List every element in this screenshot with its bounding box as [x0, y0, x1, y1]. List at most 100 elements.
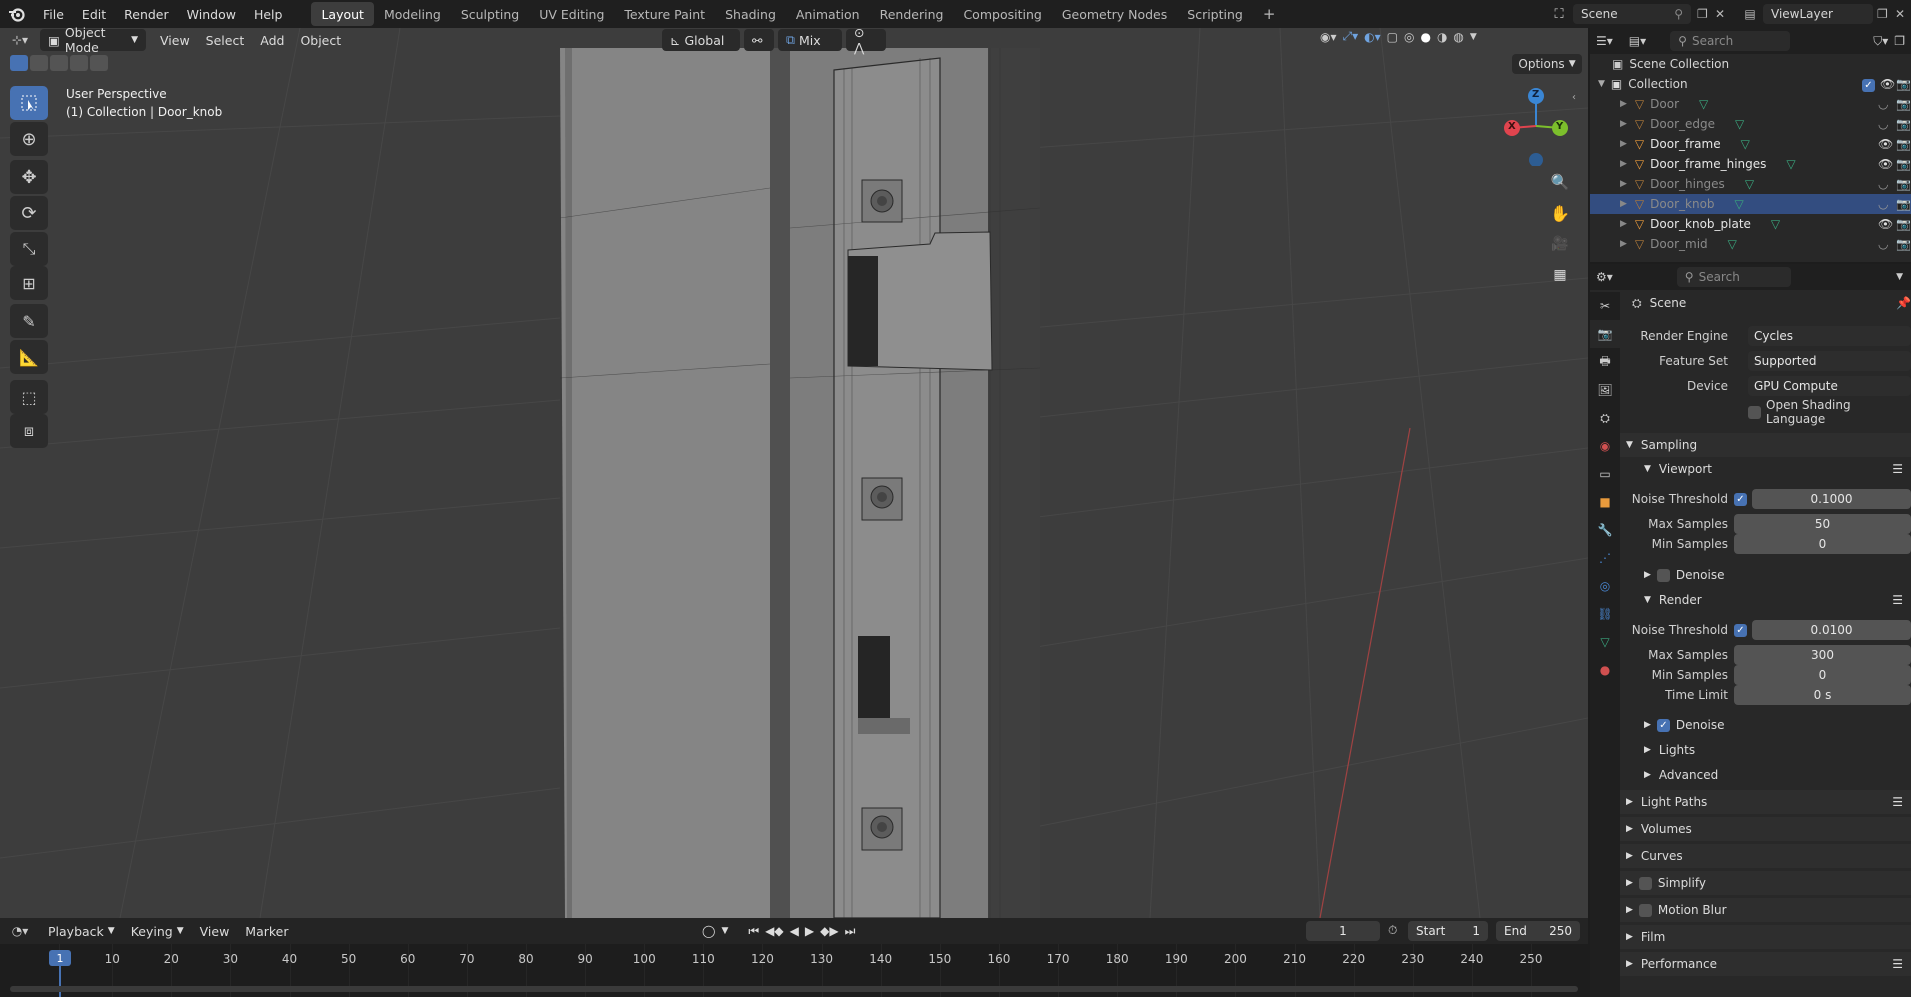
tab-compositing[interactable]: Compositing	[953, 2, 1051, 26]
sidebar-toggle-chevron-icon[interactable]: ‹	[1572, 92, 1576, 103]
extra-tool[interactable]: ⧈	[10, 414, 48, 448]
tab-geometry-nodes[interactable]: Geometry Nodes	[1052, 2, 1177, 26]
transform-tool[interactable]: ⊞	[10, 266, 48, 300]
menu-add[interactable]: Add	[252, 29, 292, 51]
keyframe-chevron-icon[interactable]: ▼	[721, 926, 728, 936]
start-frame-field[interactable]: Start 1	[1408, 921, 1488, 941]
playhead[interactable]: 1	[49, 950, 71, 966]
rotate-tool[interactable]: ⟳	[10, 196, 48, 230]
tab-animation[interactable]: Animation	[786, 2, 870, 26]
display-mode-icon[interactable]: ▤▾	[1629, 34, 1646, 48]
menu-object[interactable]: Object	[292, 29, 349, 51]
render-tab-icon[interactable]: 📷	[1590, 320, 1620, 348]
outliner-item-door-knob[interactable]: ▶ ▽ Door_knob ▽ ◡ 📷	[1590, 194, 1911, 214]
menu-file[interactable]: File	[34, 0, 73, 28]
outliner-item-door-hinges[interactable]: ▶ ▽ Door_hinges ▽ ◡ 📷	[1590, 174, 1911, 194]
proportional-edit-toggle[interactable]: ⊙ ⋀	[846, 25, 886, 55]
new-collection-icon[interactable]: ❐	[1894, 34, 1905, 48]
tab-texture-paint[interactable]: Texture Paint	[614, 2, 715, 26]
curves-panel-header[interactable]: ▶ Curves	[1620, 844, 1911, 868]
snap-dropdown[interactable]: ⧉ Mix	[778, 29, 842, 51]
scene-selector[interactable]: Scene ⚲	[1573, 4, 1691, 24]
tab-rendering[interactable]: Rendering	[870, 2, 954, 26]
stopwatch-icon[interactable]: ⏱	[1388, 923, 1397, 938]
options-button[interactable]: Options ▼	[1512, 54, 1582, 74]
timeline[interactable]: 10 20 30 40 50 60 70 80 90 100 110 120 130 140 150 160 1…	[0, 944, 1588, 997]
viewport-subpanel-header[interactable]: ▼ Viewport ☰	[1620, 458, 1911, 480]
pin-icon[interactable]: ⚲	[1674, 7, 1683, 21]
expand-chevron-icon[interactable]: ▶	[1620, 99, 1627, 109]
menu-render[interactable]: Render	[115, 0, 178, 28]
shading-options-chevron-icon[interactable]: ▼	[1470, 32, 1477, 42]
properties-editor-icon[interactable]: ⚙▾	[1596, 270, 1613, 284]
camera-icon[interactable]: 📷	[1896, 197, 1911, 211]
camera-icon[interactable]: 📷	[1896, 97, 1911, 111]
rendered-shading-icon[interactable]: ◍	[1453, 30, 1463, 44]
prev-keyframe-icon[interactable]: ◀◆	[765, 924, 783, 938]
modifier-tab-icon[interactable]: 🔧	[1590, 516, 1620, 544]
eye-icon[interactable]: 👁	[1878, 137, 1893, 151]
hidden-eye-icon[interactable]: ◡	[1878, 117, 1888, 131]
gizmo-toggle-icon[interactable]: ⤢▾	[1343, 29, 1359, 44]
hidden-eye-icon[interactable]: ◡	[1878, 197, 1888, 211]
expand-chevron-icon[interactable]: ▶	[1620, 119, 1627, 129]
transform-orientation-dropdown[interactable]: ⊾ Global	[662, 29, 740, 51]
render-noise-threshold-field[interactable]: 0.0100	[1752, 620, 1911, 640]
lights-subpanel-header[interactable]: ▶ Lights	[1620, 739, 1911, 761]
menu-select[interactable]: Select	[198, 29, 253, 51]
object-tab-icon[interactable]: ■	[1590, 488, 1620, 516]
outliner-item-door-edge[interactable]: ▶ ▽ Door_edge ▽ ◡ 📷	[1590, 114, 1911, 134]
render-min-samples-field[interactable]: 0	[1734, 665, 1911, 685]
denoise-checkbox[interactable]	[1656, 568, 1670, 582]
world-tab-icon[interactable]: ◉	[1590, 432, 1620, 460]
filter-icon[interactable]: ⛉▾	[1873, 34, 1888, 49]
timeline-editor-icon[interactable]: ◔▾	[0, 924, 40, 938]
camera-icon[interactable]: 📷	[1896, 217, 1911, 231]
expand-chevron-icon[interactable]: ▶	[1620, 239, 1627, 249]
select-intersect-icon[interactable]	[90, 55, 108, 71]
render-max-samples-field[interactable]: 300	[1734, 645, 1911, 665]
scene-collection-row[interactable]: ▣ Scene Collection	[1590, 54, 1911, 74]
record-icon[interactable]: ◯	[702, 924, 715, 938]
simplify-panel-header[interactable]: ▶ Simplify	[1620, 871, 1911, 895]
render-time-limit-field[interactable]: 0 s	[1734, 685, 1911, 705]
new-scene-icon[interactable]: ❐	[1697, 7, 1715, 21]
scale-tool[interactable]: ⤡	[10, 232, 48, 266]
camera-icon[interactable]: 📷	[1896, 237, 1911, 251]
eye-icon[interactable]: 👁	[1880, 77, 1895, 91]
select-invert-icon[interactable]	[70, 55, 88, 71]
light-paths-panel-header[interactable]: ▶ Light Paths ☰	[1620, 790, 1911, 814]
play-icon[interactable]: ▶	[805, 924, 814, 938]
scene-tab-icon[interactable]: ⛭	[1590, 404, 1620, 432]
menu-playback[interactable]: Playback ▼	[40, 920, 123, 942]
advanced-subpanel-header[interactable]: ▶ Advanced	[1620, 764, 1911, 786]
hidden-eye-icon[interactable]: ◡	[1878, 177, 1888, 191]
list-icon[interactable]: ☰	[1892, 462, 1903, 476]
volumes-panel-header[interactable]: ▶ Volumes	[1620, 817, 1911, 841]
expand-chevron-icon[interactable]: ▶	[1620, 139, 1627, 149]
next-keyframe-icon[interactable]: ◆▶	[820, 924, 838, 938]
select-box-tool[interactable]	[10, 86, 48, 120]
solid-shading-icon[interactable]: ●	[1420, 30, 1430, 44]
move-tool[interactable]: ✥	[10, 160, 48, 194]
noise-threshold-checkbox[interactable]: ✓	[1734, 623, 1747, 637]
zoom-icon[interactable]: 🔍	[1546, 168, 1574, 196]
pin-icon[interactable]: 📌	[1896, 296, 1911, 310]
expand-chevron-icon[interactable]: ▶	[1620, 199, 1627, 209]
end-frame-field[interactable]: End 250	[1496, 921, 1580, 941]
3d-viewport[interactable]	[0, 28, 1588, 918]
wireframe-shading-icon[interactable]: ◎	[1404, 30, 1414, 44]
timeline-scrollbar[interactable]	[10, 986, 1578, 992]
xray-toggle-icon[interactable]: ▢	[1387, 30, 1398, 44]
cursor-tool[interactable]: ⊕	[10, 122, 48, 156]
camera-icon[interactable]: 📷	[1896, 77, 1911, 91]
outliner-search[interactable]: ⚲ Search	[1670, 31, 1791, 51]
render-denoise-header[interactable]: ▶ ✓ Denoise	[1620, 714, 1911, 736]
annotate-tool[interactable]: ✎	[10, 304, 48, 338]
collapse-chevron-icon[interactable]: ▼	[1598, 79, 1605, 89]
menu-window[interactable]: Window	[178, 0, 245, 28]
delete-viewlayer-icon[interactable]: ✕	[1895, 7, 1911, 21]
render-subpanel-header[interactable]: ▼ Render ☰	[1620, 589, 1911, 611]
constraint-tab-icon[interactable]: ⛓	[1590, 600, 1620, 628]
menu-marker[interactable]: Marker	[237, 920, 296, 942]
